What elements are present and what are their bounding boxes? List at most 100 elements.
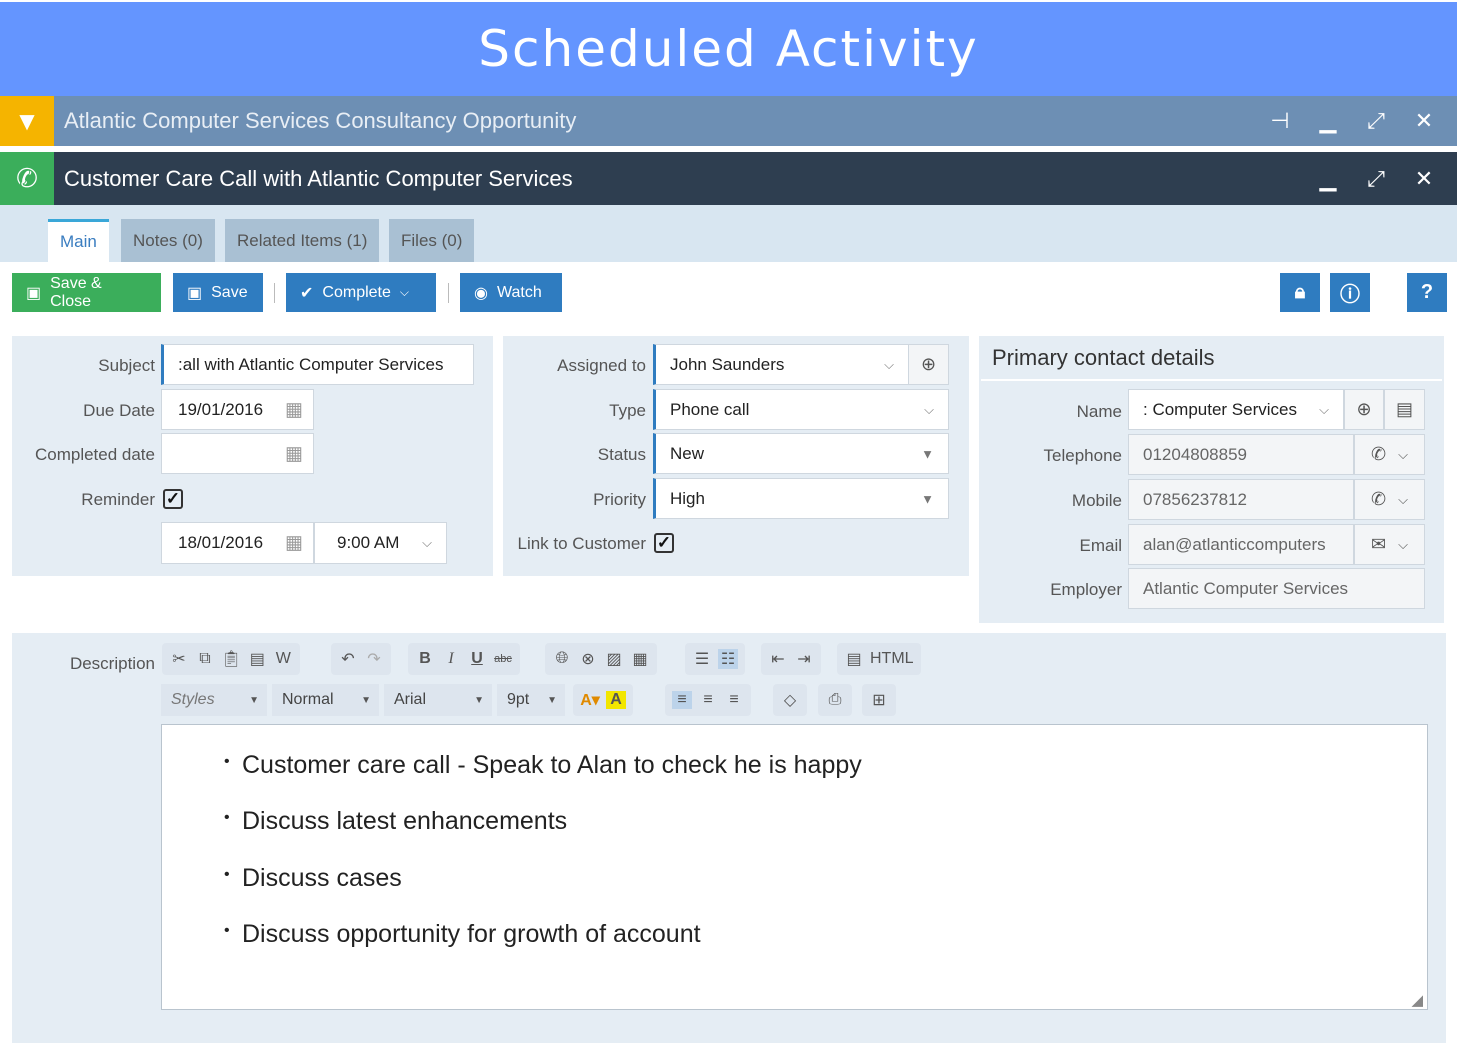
contact-search-button[interactable]: ⊕ — [1344, 389, 1384, 430]
highlight-color-icon[interactable]: A — [606, 691, 626, 709]
caret-down-icon: ▼ — [547, 694, 557, 706]
bullet-list-icon[interactable]: ☷ — [718, 649, 738, 669]
employer-input[interactable]: Atlantic Computer Services — [1128, 568, 1425, 609]
image-icon[interactable]: ▨ — [604, 649, 624, 669]
complete-button[interactable]: ✔ Complete ⌵ — [286, 273, 436, 312]
completed-date-input[interactable]: ▦ — [161, 433, 314, 474]
calendar-icon[interactable]: ▦ — [285, 442, 303, 465]
pin-icon[interactable]: ⊣ — [1267, 108, 1293, 134]
email-input[interactable]: alan@atlanticcomputers — [1128, 524, 1354, 565]
fullscreen-button[interactable]: ⊞ — [862, 684, 896, 716]
type-select[interactable]: Phone call ⌵ — [653, 389, 949, 430]
chevron-down-icon: ⌵ — [399, 285, 409, 299]
link-customer-checkbox[interactable]: ✓ — [654, 533, 674, 553]
close-icon[interactable]: ✕ — [1411, 166, 1437, 192]
save-button[interactable]: ▣ Save — [173, 273, 263, 312]
align-left-icon[interactable]: ≡ — [672, 691, 692, 709]
align-right-icon[interactable]: ≡ — [724, 691, 744, 709]
calendar-icon[interactable]: ▦ — [285, 398, 303, 421]
font-size-select[interactable]: 9pt ▼ — [497, 684, 565, 716]
watch-button[interactable]: ◉ Watch — [460, 273, 562, 312]
numbered-list-icon[interactable]: ☰ — [692, 649, 712, 669]
tab-related-items[interactable]: Related Items (1) — [225, 219, 380, 262]
html-mode-button[interactable]: ▤ HTML — [837, 643, 921, 675]
completed-date-label: Completed date — [34, 445, 155, 464]
indent-group: ⇤ ⇥ — [761, 643, 821, 675]
link-icon[interactable]: 🌐︎ — [552, 650, 572, 668]
send-email-button[interactable]: ✉ ⌵ — [1354, 524, 1425, 565]
list-item: Discuss opportunity for growth of accoun… — [162, 920, 1427, 976]
history-group: ↶ ↷ — [331, 643, 391, 675]
bold-icon[interactable]: B — [415, 650, 435, 668]
contact-card-button[interactable]: ▤ — [1384, 389, 1425, 430]
clear-format-button[interactable]: ◇ — [773, 684, 807, 716]
maximize-icon[interactable]: ⤢ — [1363, 108, 1389, 134]
calendar-icon[interactable]: ▦ — [285, 532, 303, 555]
tab-notes[interactable]: Notes (0) — [121, 219, 215, 262]
print-button[interactable]: ⎙ — [818, 684, 852, 716]
color-group: A▾ A — [573, 684, 633, 716]
telephone-input[interactable]: 01204808859 — [1128, 434, 1354, 475]
help-button[interactable]: ? — [1407, 273, 1447, 312]
info-button[interactable]: ⓘ — [1330, 273, 1370, 312]
chevron-down-icon: ⌵ — [1398, 491, 1408, 507]
reminder-checkbox[interactable]: ✓ — [163, 489, 183, 509]
minimize-icon[interactable]: ▁ — [1315, 166, 1341, 192]
opportunity-window-bar[interactable]: ▼ Atlantic Computer Services Consultancy… — [0, 96, 1457, 146]
contact-divider — [981, 379, 1442, 381]
strikethrough-icon[interactable]: abc — [493, 653, 513, 665]
description-editor[interactable]: Customer care call - Speak to Alan to ch… — [161, 724, 1428, 1010]
assigned-search-button[interactable]: ⊕ — [908, 344, 949, 385]
italic-icon[interactable]: I — [441, 650, 461, 668]
resize-handle-icon[interactable]: ◢ — [1411, 991, 1423, 1009]
description-bullet-list: Customer care call - Speak to Alan to ch… — [162, 725, 1427, 976]
magnifier-icon: ⊕ — [920, 354, 937, 374]
paste-word-icon[interactable]: W — [273, 650, 293, 668]
chevron-down-icon: ⌵ — [924, 401, 934, 417]
due-date-input[interactable]: 19/01/2016 ▦ — [161, 389, 314, 430]
call-mobile-button[interactable]: ✆ ⌵ — [1354, 479, 1425, 520]
activity-window-bar[interactable]: ✆ Customer Care Call with Atlantic Compu… — [0, 152, 1457, 205]
reminder-date-input[interactable]: 18/01/2016 ▦ — [161, 522, 314, 564]
table-icon[interactable]: ▦ — [630, 649, 650, 669]
subject-input[interactable]: :all with Atlantic Computer Services — [161, 344, 474, 385]
reminder-time-select[interactable]: 9:00 AM ⌵ — [314, 522, 447, 564]
caret-down-icon: ▼ — [921, 491, 934, 506]
text-color-icon[interactable]: A▾ — [580, 690, 600, 710]
close-icon[interactable]: ✕ — [1411, 108, 1437, 134]
priority-select[interactable]: High ▼ — [653, 478, 949, 519]
paste-text-icon[interactable]: ▤ — [247, 649, 267, 669]
align-center-icon[interactable]: ≡ — [698, 691, 718, 709]
list-group: ☰ ☷ — [685, 643, 745, 675]
assigned-to-select[interactable]: John Saunders ⌵ — [653, 344, 909, 385]
tab-main[interactable]: Main — [48, 219, 109, 262]
call-telephone-button[interactable]: ✆ ⌵ — [1354, 434, 1425, 475]
mobile-label: Mobile — [1071, 491, 1122, 510]
styles-select[interactable]: Styles ▼ — [161, 684, 267, 716]
format-select[interactable]: Normal ▼ — [272, 684, 379, 716]
redo-icon[interactable]: ↷ — [364, 649, 384, 669]
save-close-button[interactable]: ▣ Save & Close — [12, 273, 161, 312]
check-circle-icon: ✔ — [300, 284, 314, 302]
maximize-icon[interactable]: ⤢ — [1363, 166, 1389, 192]
indent-icon[interactable]: ⇥ — [794, 649, 814, 669]
font-select[interactable]: Arial ▼ — [384, 684, 492, 716]
undo-icon[interactable]: ↶ — [338, 649, 358, 669]
status-select[interactable]: New ▼ — [653, 433, 949, 474]
tab-files[interactable]: Files (0) — [389, 219, 475, 262]
unlink-icon[interactable]: ⊗ — [578, 649, 598, 669]
type-label: Type — [609, 401, 646, 420]
lock-button[interactable]: 🔒︎ — [1280, 273, 1320, 312]
paste-icon[interactable]: 📋︎ — [221, 649, 241, 669]
underline-icon[interactable]: U — [467, 650, 487, 668]
reminder-label: Reminder — [81, 490, 155, 509]
minimize-icon[interactable]: ▁ — [1315, 108, 1341, 134]
copy-icon[interactable]: ⧉ — [195, 650, 215, 668]
mobile-input[interactable]: 07856237812 — [1128, 479, 1354, 520]
contact-name-select[interactable]: : Computer Services ⌵ — [1128, 389, 1344, 430]
help-icon: ? — [1420, 281, 1434, 303]
chevron-down-icon: ⌵ — [884, 356, 894, 372]
cut-icon[interactable]: ✂ — [169, 649, 189, 669]
outdent-icon[interactable]: ⇤ — [768, 649, 788, 669]
opportunity-window-title: Atlantic Computer Services Consultancy O… — [64, 108, 577, 133]
